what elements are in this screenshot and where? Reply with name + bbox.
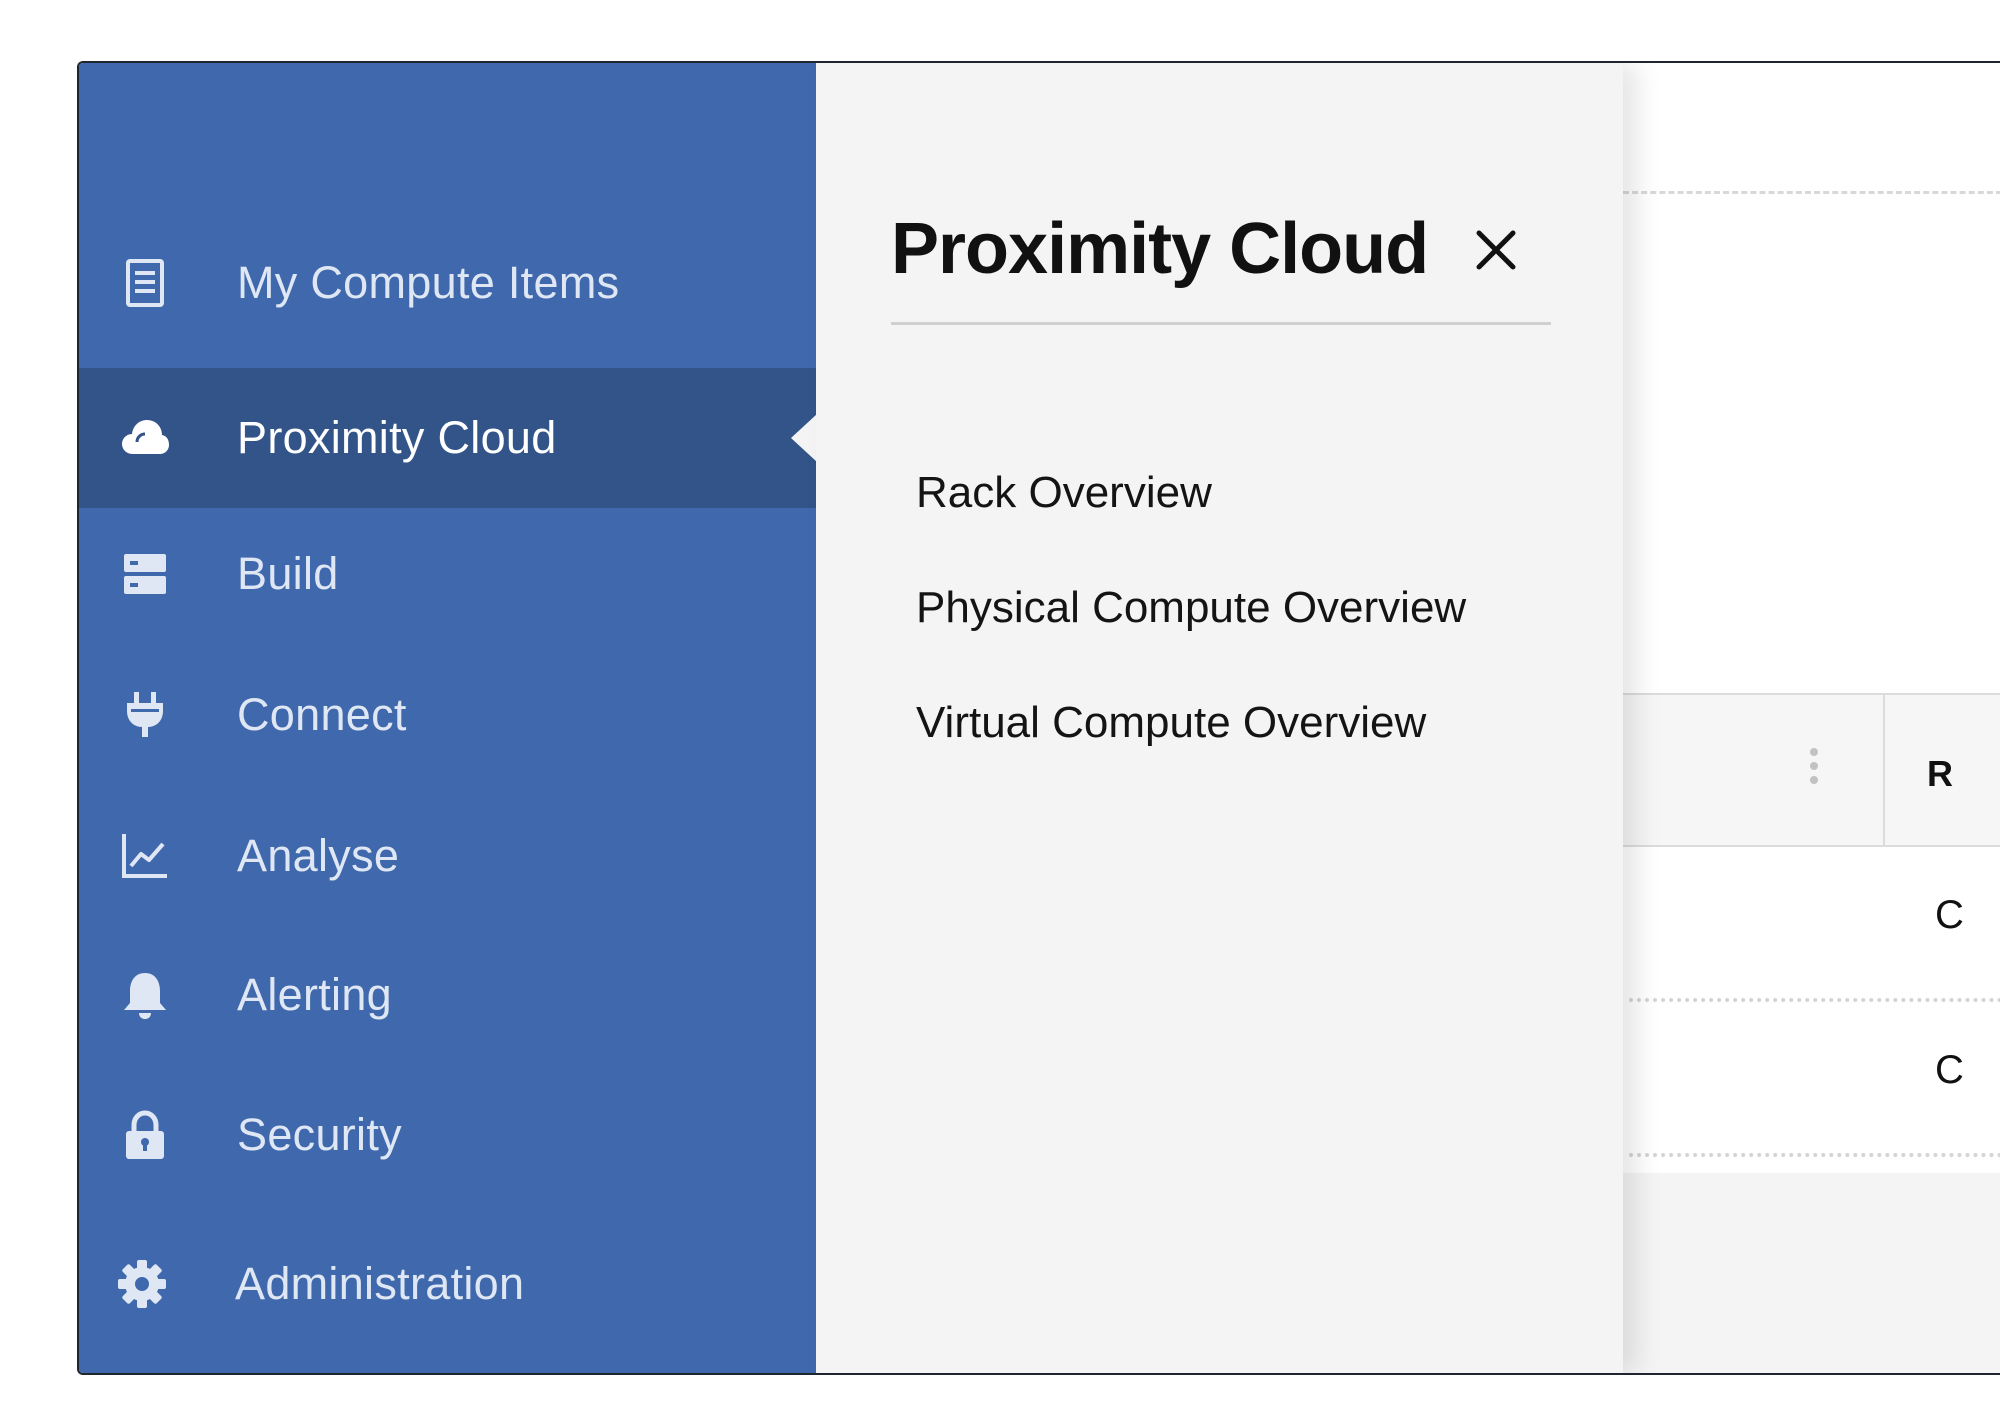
submenu-divider xyxy=(891,322,1551,325)
plug-icon xyxy=(119,689,171,741)
column-header[interactable]: R xyxy=(1927,753,1953,795)
sidebar-item-label: Proximity Cloud xyxy=(237,412,557,463)
bell-icon xyxy=(119,969,171,1021)
sidebar-nav: My Compute Items Proximity Cloud Build C… xyxy=(79,63,817,1373)
app-window: My Compute Items Proximity Cloud Build C… xyxy=(77,61,2000,1375)
line-chart-icon xyxy=(119,830,171,882)
sidebar-item-label: My Compute Items xyxy=(237,257,620,308)
document-list-icon xyxy=(119,257,171,309)
sidebar-item-security[interactable]: Security xyxy=(79,1065,816,1205)
proximity-cloud-submenu: Proximity Cloud Rack Overview Physical C… xyxy=(816,63,1623,1373)
sidebar-item-label: Analyse xyxy=(237,830,400,881)
background-content: R C C xyxy=(1623,63,2000,1373)
sidebar-item-analyse[interactable]: Analyse xyxy=(79,786,816,926)
gear-icon xyxy=(116,1258,168,1310)
sidebar-item-label: Build xyxy=(237,548,339,599)
sidebar-item-proximity-cloud[interactable]: Proximity Cloud xyxy=(79,368,817,508)
lock-icon xyxy=(119,1109,171,1161)
table-cell: C xyxy=(1935,1048,1964,1092)
table-footer xyxy=(1623,1173,2000,1373)
sidebar-item-label: Alerting xyxy=(237,969,392,1020)
submenu-item-virtual-compute-overview[interactable]: Virtual Compute Overview xyxy=(916,698,1426,748)
submenu-title: Proximity Cloud xyxy=(891,209,1429,289)
cloud-icon xyxy=(119,412,171,464)
submenu-item-physical-compute-overview[interactable]: Physical Compute Overview xyxy=(916,583,1466,633)
table-cell: C xyxy=(1935,893,1964,937)
active-indicator xyxy=(791,414,817,462)
sidebar-item-label: Administration xyxy=(235,1258,525,1309)
sidebar-item-build[interactable]: Build xyxy=(79,504,816,644)
sidebar-item-alerting[interactable]: Alerting xyxy=(79,925,816,1065)
close-button[interactable] xyxy=(1471,225,1521,275)
sidebar-item-administration[interactable]: Administration xyxy=(79,1214,816,1354)
row-divider xyxy=(1629,998,2000,1002)
column-separator xyxy=(1883,693,1885,845)
row-divider xyxy=(1629,1153,2000,1157)
divider xyxy=(1623,191,2000,194)
sidebar-item-label: Security xyxy=(237,1109,402,1160)
server-icon xyxy=(119,548,171,600)
column-menu-icon[interactable] xyxy=(1807,748,1821,792)
sidebar-item-label: Connect xyxy=(237,689,407,740)
sidebar-item-connect[interactable]: Connect xyxy=(79,645,816,785)
sidebar-item-my-compute-items[interactable]: My Compute Items xyxy=(79,213,816,353)
submenu-item-rack-overview[interactable]: Rack Overview xyxy=(916,468,1212,518)
close-icon xyxy=(1476,230,1516,270)
